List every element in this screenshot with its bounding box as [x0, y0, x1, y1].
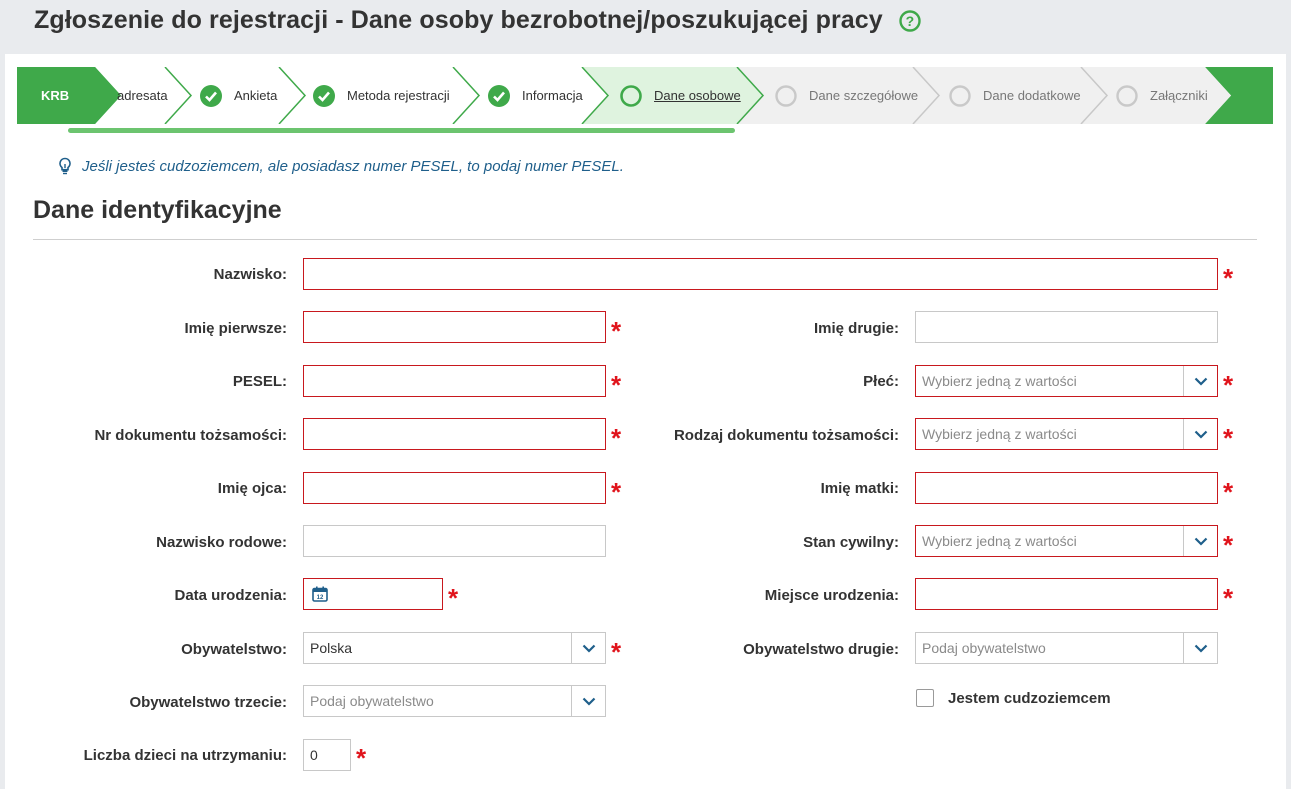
rodzaj-dokumentu-select[interactable]: Wybierz jedną z wartości [915, 418, 1218, 450]
check-circle-icon [200, 84, 222, 107]
plec-label: Płeć: [863, 373, 899, 390]
pesel-hint: Jeśli jesteś cudzoziemcem, ale posiadasz… [57, 157, 624, 175]
steps-progress-bar [68, 128, 735, 133]
liczba-dzieci-label: Liczba dzieci na utrzymaniu: [83, 747, 287, 764]
step-label: Informacja [522, 88, 583, 103]
section-divider [33, 239, 1257, 240]
calendar-icon[interactable]: 12 [312, 586, 328, 602]
imie-drugie-label: Imię drugie: [813, 320, 899, 337]
required-mark: * [1223, 530, 1234, 560]
required-mark: * [1223, 477, 1234, 507]
chevron-down-icon[interactable] [571, 686, 605, 716]
step-label: Dane szczegółowe [809, 88, 919, 103]
step-informacja[interactable]: Informacja [488, 67, 583, 124]
obywatelstwo-value: Polska [310, 640, 353, 656]
step-zalaczniki[interactable]: Załączniki [1116, 67, 1208, 124]
nazwisko-input[interactable] [303, 258, 1218, 290]
step-label: adresata [117, 88, 168, 103]
step-label: Ankieta [234, 88, 278, 103]
circle-outline-icon [620, 84, 642, 107]
page-title: Zgłoszenie do rejestracji - Dane osoby b… [34, 6, 883, 34]
step-metoda-rejestracji[interactable]: Metoda rejestracji [313, 67, 450, 124]
chevron-down-icon[interactable] [1183, 633, 1217, 663]
liczba-dzieci-input[interactable]: 0 [303, 739, 351, 771]
data-urodzenia-input[interactable]: 12 [303, 578, 443, 610]
required-mark: * [1223, 423, 1234, 453]
nazwisko-label: Nazwisko: [213, 266, 287, 283]
miejsce-urodzenia-label: Miejsce urodzenia: [764, 587, 899, 604]
required-mark: * [448, 583, 459, 613]
imie-matki-input[interactable] [915, 472, 1218, 504]
obywatelstwo-drugie-select[interactable]: Podaj obywatelstwo [915, 632, 1218, 664]
check-circle-icon [313, 84, 335, 107]
obywatelstwo-label: Obywatelstwo: [181, 641, 287, 658]
nr-dokumentu-input[interactable] [303, 418, 606, 450]
rodzaj-dokumentu-placeholder: Wybierz jedną z wartości [922, 426, 1077, 442]
step-dane-osobowe[interactable]: Dane osobowe [620, 67, 741, 124]
step-adresata[interactable]: adresata [117, 67, 168, 124]
lightbulb-icon [59, 157, 71, 175]
required-mark: * [611, 423, 622, 453]
plec-placeholder: Wybierz jedną z wartości [922, 373, 1077, 389]
required-mark: * [611, 477, 622, 507]
pesel-label: PESEL: [232, 373, 287, 390]
required-mark: * [611, 316, 622, 346]
question-circle-icon[interactable]: ? [899, 9, 921, 32]
stan-cywilny-label: Stan cywilny: [803, 534, 899, 551]
nazwisko-rodowe-input[interactable] [303, 525, 606, 557]
chevron-down-icon[interactable] [1183, 526, 1217, 556]
imie-pierwsze-label: Imię pierwsze: [184, 320, 287, 337]
stan-cywilny-select[interactable]: Wybierz jedną z wartości [915, 525, 1218, 557]
chevron-down-icon[interactable] [571, 633, 605, 663]
chevron-down-icon[interactable] [1183, 366, 1217, 396]
obywatelstwo-drugie-label: Obywatelstwo drugie: [743, 641, 899, 658]
page-header: Zgłoszenie do rejestracji - Dane osoby b… [34, 6, 921, 35]
rodzaj-dokumentu-label: Rodzaj dokumentu tożsamości: [673, 427, 899, 444]
plec-select[interactable]: Wybierz jedną z wartości [915, 365, 1218, 397]
step-label: Załączniki [1150, 88, 1208, 103]
required-mark: * [1223, 583, 1234, 613]
cudzoziemiec-checkbox[interactable] [916, 689, 934, 707]
svg-text:12: 12 [317, 595, 324, 601]
step-label: Dane dodatkowe [983, 88, 1081, 103]
required-mark: * [1223, 370, 1234, 400]
miejsce-urodzenia-input[interactable] [915, 578, 1218, 610]
step-dane-szczegolowe[interactable]: Dane szczegółowe [775, 67, 918, 124]
circle-outline-icon [1116, 84, 1138, 107]
step-label: Dane osobowe [654, 88, 741, 103]
required-mark: * [1223, 263, 1234, 293]
steps-prefix: KRB [41, 88, 70, 103]
required-mark: * [356, 743, 367, 773]
nazwisko-rodowe-label: Nazwisko rodowe: [156, 534, 287, 551]
stan-cywilny-placeholder: Wybierz jedną z wartości [922, 533, 1077, 549]
check-circle-icon [488, 84, 510, 107]
obywatelstwo-drugie-placeholder: Podaj obywatelstwo [922, 640, 1046, 656]
obywatelstwo-trzecie-placeholder: Podaj obywatelstwo [310, 693, 434, 709]
nr-dokumentu-label: Nr dokumentu tożsamości: [94, 427, 287, 444]
cudzoziemiec-label[interactable]: Jestem cudzoziemcem [948, 690, 1111, 707]
imie-pierwsze-input[interactable] [303, 311, 606, 343]
pesel-input[interactable] [303, 365, 606, 397]
chevron-down-icon[interactable] [1183, 419, 1217, 449]
obywatelstwo-trzecie-label: Obywatelstwo trzecie: [129, 694, 287, 711]
data-urodzenia-label: Data urodzenia: [174, 587, 287, 604]
circle-outline-icon [775, 84, 797, 107]
steps-bar: KRB adresata Ankieta Metoda rejestracji … [17, 67, 1273, 124]
imie-matki-label: Imię matki: [820, 480, 899, 497]
required-mark: * [611, 637, 622, 667]
required-mark: * [611, 370, 622, 400]
imie-ojca-input[interactable] [303, 472, 606, 504]
obywatelstwo-select[interactable]: Polska [303, 632, 606, 664]
obywatelstwo-trzecie-select[interactable]: Podaj obywatelstwo [303, 685, 606, 717]
hint-text: Jeśli jesteś cudzoziemcem, ale posiadasz… [82, 157, 624, 175]
step-ankieta[interactable]: Ankieta [200, 67, 277, 124]
section-title: Dane identyfikacyjne [33, 196, 282, 224]
imie-ojca-label: Imię ojca: [217, 480, 287, 497]
step-dane-dodatkowe[interactable]: Dane dodatkowe [949, 67, 1081, 124]
circle-outline-icon [949, 84, 971, 107]
step-label: Metoda rejestracji [347, 88, 450, 103]
svg-text:?: ? [905, 13, 914, 29]
imie-drugie-input[interactable] [915, 311, 1218, 343]
